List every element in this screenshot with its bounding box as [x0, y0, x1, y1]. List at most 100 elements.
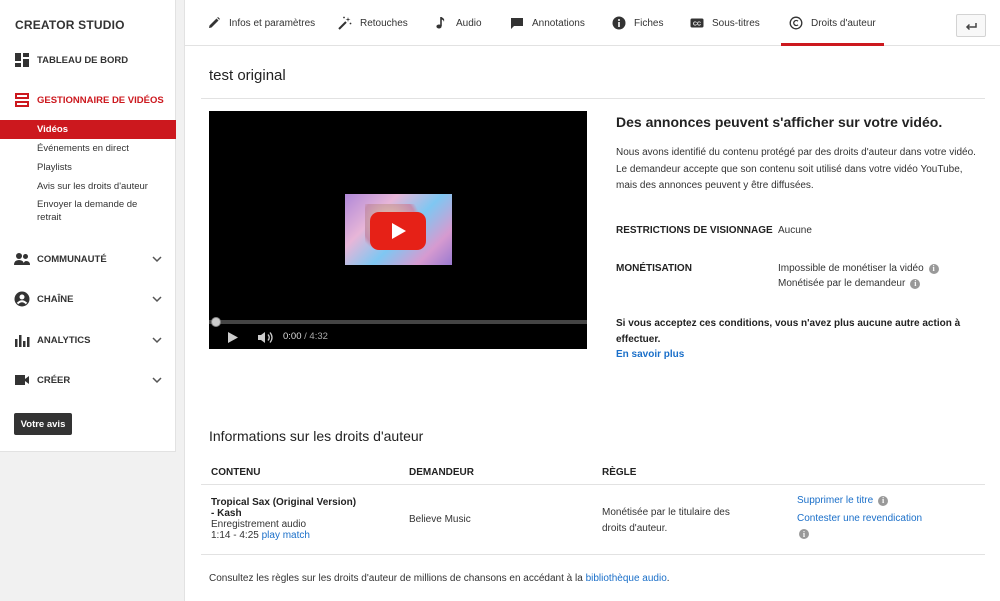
nav-create-label: CRÉER: [37, 374, 71, 386]
footer-end: .: [666, 573, 670, 584]
content-title-line-2: - Kash: [211, 508, 242, 519]
volume-icon[interactable]: [257, 331, 275, 344]
tab-subtitles[interactable]: CC Sous-titres: [690, 0, 760, 46]
divider: [201, 98, 985, 99]
chevron-down-icon: [152, 377, 162, 384]
column-header-content: CONTENU: [211, 467, 261, 478]
progress-bar[interactable]: [209, 320, 587, 324]
submenu-videos[interactable]: Vidéos: [0, 120, 176, 139]
ads-description-line-1: Nous avons identifié du contenu protégé …: [616, 147, 976, 158]
nav-dashboard-label: TABLEAU DE BORD: [37, 54, 129, 66]
content-time-range: 1:14 - 4:25: [211, 530, 259, 541]
submenu-copyright-notices[interactable]: Avis sur les droits d'auteur: [0, 177, 176, 196]
info-icon[interactable]: i: [910, 278, 921, 289]
policy-line-2: droits d'auteur.: [602, 523, 668, 534]
community-icon: [14, 253, 30, 265]
chevron-down-icon: [152, 256, 162, 263]
video-camera-icon: [15, 375, 29, 385]
submenu-takedown-request[interactable]: Envoyer la demande de retrait: [0, 196, 176, 226]
editor-tabs: Infos et paramètres Retouches Audio Anno…: [185, 0, 1000, 46]
tab-annotations-label: Annotations: [532, 17, 585, 29]
play-match-link[interactable]: play match: [262, 530, 310, 541]
submenu-playlists[interactable]: Playlists: [0, 158, 176, 177]
divider: [201, 484, 985, 485]
remove-song-link[interactable]: Supprimer le titre: [797, 495, 873, 506]
chevron-down-icon: [152, 296, 162, 303]
nav-analytics[interactable]: ANALYTICS: [0, 330, 176, 350]
audio-library-link[interactable]: bibliothèque audio: [586, 573, 667, 584]
info-icon[interactable]: i: [928, 263, 939, 274]
video-player[interactable]: 0:00 / 4:32: [209, 111, 587, 349]
tab-copyright[interactable]: Droits d'auteur: [781, 0, 884, 46]
remove-song-action: Supprimer le titre i: [797, 495, 889, 506]
nav-create[interactable]: CRÉER: [0, 370, 176, 390]
policy-text: Monétisée par le titulaire des droits d'…: [602, 505, 730, 537]
submenu-live-events[interactable]: Événements en direct: [0, 139, 176, 158]
content-title-line-1: Tropical Sax (Original Version): [211, 497, 357, 508]
claimant-name: Believe Music: [409, 514, 471, 525]
duration: / 4:32: [304, 331, 328, 342]
tab-annotations[interactable]: Annotations: [510, 0, 585, 46]
chevron-down-icon: [152, 337, 162, 344]
nav-channel[interactable]: CHAÎNE: [0, 289, 176, 309]
learn-more-link[interactable]: En savoir plus: [616, 349, 684, 360]
ads-heading: Des annonces peuvent s'afficher sur votr…: [616, 114, 943, 130]
footer-text: Consultez les règles sur les droits d'au…: [209, 573, 583, 584]
dashboard-icon: [15, 53, 29, 67]
closed-captions-icon: CC: [690, 16, 704, 30]
nav-dashboard[interactable]: TABLEAU DE BORD: [0, 50, 176, 70]
video-manager-submenu: Vidéos Événements en direct Playlists Av…: [0, 120, 176, 226]
youtube-play-icon[interactable]: [370, 212, 426, 250]
speech-bubble-icon: [510, 16, 524, 30]
music-note-icon: [434, 16, 448, 30]
sidebar: CREATOR STUDIO TABLEAU DE BORD GESTIONNA…: [0, 0, 176, 452]
video-manager-icon: [15, 93, 29, 107]
tab-info-settings[interactable]: Infos et paramètres: [207, 0, 315, 46]
feedback-button[interactable]: Votre avis: [14, 413, 72, 435]
tab-enhancements[interactable]: Retouches: [338, 0, 408, 46]
monetization-value-1: Impossible de monétiser la vidéo i: [778, 263, 939, 274]
nav-community-label: COMMUNAUTÉ: [37, 253, 107, 265]
column-header-policy: RÈGLE: [602, 467, 637, 478]
nav-analytics-label: ANALYTICS: [37, 334, 91, 346]
info-icon[interactable]: i: [799, 529, 809, 539]
tab-subtitles-label: Sous-titres: [712, 17, 760, 29]
tab-audio-label: Audio: [456, 17, 482, 29]
policy-line-1: Monétisée par le titulaire des: [602, 507, 730, 518]
page-title: test original: [209, 67, 286, 84]
pencil-icon: [207, 16, 221, 30]
nav-community[interactable]: COMMUNAUTÉ: [0, 249, 176, 269]
monetization-value-2: Monétisée par le demandeur i: [778, 278, 921, 289]
tab-enhancements-label: Retouches: [360, 17, 408, 29]
ads-description-line-2: Le demandeur accepte que son contenu soi…: [616, 163, 963, 192]
content-range: 1:14 - 4:25 play match: [211, 530, 356, 541]
tab-copyright-label: Droits d'auteur: [811, 17, 876, 29]
magic-wand-icon: [338, 16, 352, 30]
tab-cards[interactable]: Fiches: [612, 0, 663, 46]
nav-video-manager[interactable]: GESTIONNAIRE DE VIDÉOS: [0, 90, 176, 110]
column-header-claimant: DEMANDEUR: [409, 467, 474, 478]
copyright-info-heading: Informations sur les droits d'auteur: [209, 428, 424, 444]
player-controls: 0:00 / 4:32: [209, 326, 587, 349]
table-row-content: Tropical Sax (Original Version) - Kash E…: [211, 497, 356, 541]
channel-icon: [14, 291, 30, 307]
tab-audio[interactable]: Audio: [434, 0, 482, 46]
dispute-claim-link[interactable]: Contester une revendication: [797, 513, 922, 524]
play-icon[interactable]: [227, 331, 239, 344]
accept-conditions-text: Si vous acceptez ces conditions, vous n'…: [616, 318, 961, 345]
studio-title: CREATOR STUDIO: [15, 18, 125, 32]
monetization-value-2-text: Monétisée par le demandeur: [778, 278, 906, 289]
monetization-label: MONÉTISATION: [616, 263, 692, 274]
dispute-info: i: [797, 529, 809, 539]
time-display: 0:00 / 4:32: [283, 331, 328, 342]
main-panel: Infos et paramètres Retouches Audio Anno…: [184, 0, 1000, 601]
back-arrow-icon: [965, 22, 977, 30]
footer-note: Consultez les règles sur les droits d'au…: [209, 573, 670, 584]
tab-info-settings-label: Infos et paramètres: [229, 17, 316, 29]
restrictions-label: RESTRICTIONS DE VISIONNAGE: [616, 225, 773, 236]
content-type: Enregistrement audio: [211, 519, 307, 530]
info-icon[interactable]: i: [878, 495, 889, 506]
nav-channel-label: CHAÎNE: [37, 293, 74, 305]
info-circle-icon: [612, 16, 626, 30]
back-button[interactable]: [956, 14, 986, 37]
